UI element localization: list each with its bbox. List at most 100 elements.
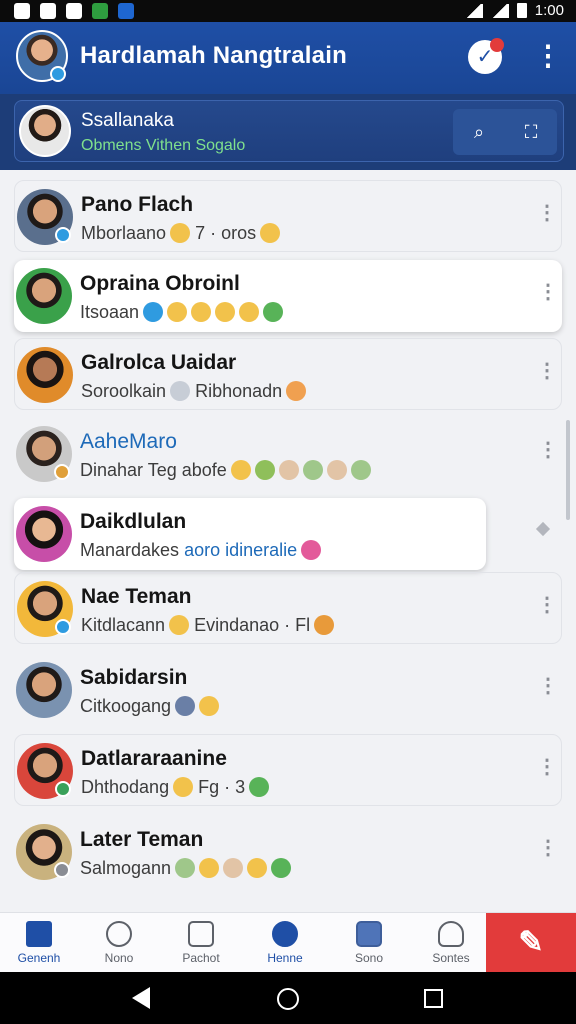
emoji-icon [199,696,220,716]
nav-item-person[interactable]: Sontes [416,913,486,973]
message-suffix: Ribhonadn [195,381,283,401]
wifi-icon [464,3,483,18]
home-button-icon[interactable] [277,988,299,1010]
more-vertical-icon[interactable]: ⋮ [534,40,562,74]
list-item[interactable]: Sabidarsin Citkoogang ⋮ [14,654,562,726]
more-options-icon[interactable]: ⋮ [538,282,558,310]
contact-name: Daikdlulan [80,510,187,533]
message-text: Dhthodang [81,777,170,797]
list-item[interactable]: Daikdlulan Manardakes aoro idineralie [14,498,486,570]
list-item[interactable]: Galrolca Uaidar Soroolkain Ribhonadn ⋮ [14,338,562,410]
message-preview: Manardakes aoro idineralie [80,540,322,561]
conversation-list: Pano Flach Mborlaano 7 · oros ⋮ Opraina … [0,170,576,912]
location-icon [106,921,132,947]
emoji-icon [191,302,212,322]
app-title: Hardlamah Nangtralain [80,42,347,69]
nav-label: Sontes [432,951,470,965]
more-options-icon[interactable]: ⋮ [538,838,558,866]
scan-icon[interactable]: ⛶ [505,109,557,155]
notification-icon [118,3,134,19]
system-navigation-bar [0,972,576,1024]
more-options-icon[interactable]: ⋮ [538,440,558,468]
nav-item-folder[interactable]: Sono [334,913,404,973]
pinned-chat-status: Obmens Vithen Sogalo [81,137,246,154]
emoji-icon [170,381,191,401]
contact-name: Sabidarsin [80,666,188,689]
nav-item-location[interactable]: Nono [84,913,154,973]
home-icon [26,921,52,947]
emoji-icon [254,460,275,480]
pinned-chat-bar: Ssallanaka Obmens Vithen Sogalo ⌕ ⛶ [0,94,576,170]
list-item[interactable]: Nae Teman Kitdlacann Evindanao · Fl ⋮ [14,572,562,644]
pinned-chat-card[interactable]: Ssallanaka Obmens Vithen Sogalo ⌕ ⛶ [14,100,564,162]
back-icon[interactable] [132,987,150,1009]
nav-label: Sono [354,951,384,965]
emoji-icon [271,858,292,878]
status-indicator [54,862,70,878]
nav-item-document[interactable]: Pachot [166,913,236,973]
message-text: Manardakes [80,540,180,560]
contact-name: Nae Teman [81,585,192,608]
list-item[interactable]: Later Teman Salmogann ⋮ [14,816,562,888]
contact-name: Later Teman [80,828,204,851]
online-badge [50,66,66,82]
contact-name: Opraina Obroinl [80,272,240,295]
more-options-icon[interactable]: ⋮ [537,203,557,231]
emoji-icon [314,615,335,635]
app-bar: Hardlamah Nangtralain ✓ ⋮ [0,22,576,94]
message-suffix: aoro idineralie [184,540,298,560]
message-suffix: Fg · 3 [198,777,246,797]
message-text: Soroolkain [81,381,167,401]
message-text: Mborlaano [81,223,167,243]
more-options-icon[interactable]: ⋮ [538,676,558,704]
notification-icon [92,3,108,19]
message-text: Kitdlacann [81,615,166,635]
emoji-icon [247,858,268,878]
signal-icon [490,3,509,18]
emoji-icon [143,302,164,322]
avatar [19,105,71,157]
message-text: Citkoogang [80,696,172,716]
recents-icon[interactable] [424,989,443,1008]
status-time: 1:00 [534,2,564,19]
list-item[interactable]: Pano Flach Mborlaano 7 · oros ⋮ [14,180,562,252]
compose-icon[interactable]: ✎ [486,913,576,973]
nav-item-home[interactable]: Genenh [4,913,74,973]
search-icon[interactable]: ⌕ [453,109,505,155]
scrollbar[interactable] [566,420,570,520]
contact-name: Datlararaanine [81,747,227,770]
status-indicator [54,464,70,480]
emoji-icon [301,540,322,560]
message-text: Dinahar Teg abofe [80,460,227,480]
avatar [16,662,72,718]
more-options-icon[interactable]: ⋮ [537,757,557,785]
list-item[interactable]: AaheMaro Dinahar Teg abofe ⋮ [14,418,562,490]
contact-name: Pano Flach [81,193,194,216]
avatar [16,268,72,324]
status-indicator [55,781,71,797]
more-options-icon[interactable]: ⋮ [537,361,557,389]
pinned-chat-name: Ssallanaka [81,110,174,131]
message-preview: Mborlaano 7 · oros [81,223,281,244]
pinned-actions: ⌕ ⛶ [453,109,557,155]
bottom-navigation: Genenh Nono Pachot Henne Sono Sontes ✎ [0,912,576,973]
list-item[interactable]: Opraina Obroinl Itsoaan ⋮ [14,260,562,332]
smile-icon [272,921,298,947]
emoji-icon [223,858,244,878]
notification-dot [490,38,504,52]
status-system-icons: 1:00 [464,2,564,19]
message-text: Salmogann [80,858,172,878]
folder-icon [356,921,382,947]
person-icon [438,921,464,947]
more-options-icon[interactable]: ⋮ [537,595,557,623]
nav-label: Henne [267,951,303,965]
list-item[interactable]: Datlararaanine Dhthodang Fg · 3 ⋮ [14,734,562,806]
message-suffix: 7 · oros [195,223,257,243]
emoji-icon [302,460,323,480]
message-suffix: Evindanao · Fl [194,615,311,635]
battery-icon [516,3,527,18]
status-indicator [55,619,71,635]
nav-label: Pachot [182,951,220,965]
emoji-icon [167,302,188,322]
nav-item-smile[interactable]: Henne [250,913,320,973]
